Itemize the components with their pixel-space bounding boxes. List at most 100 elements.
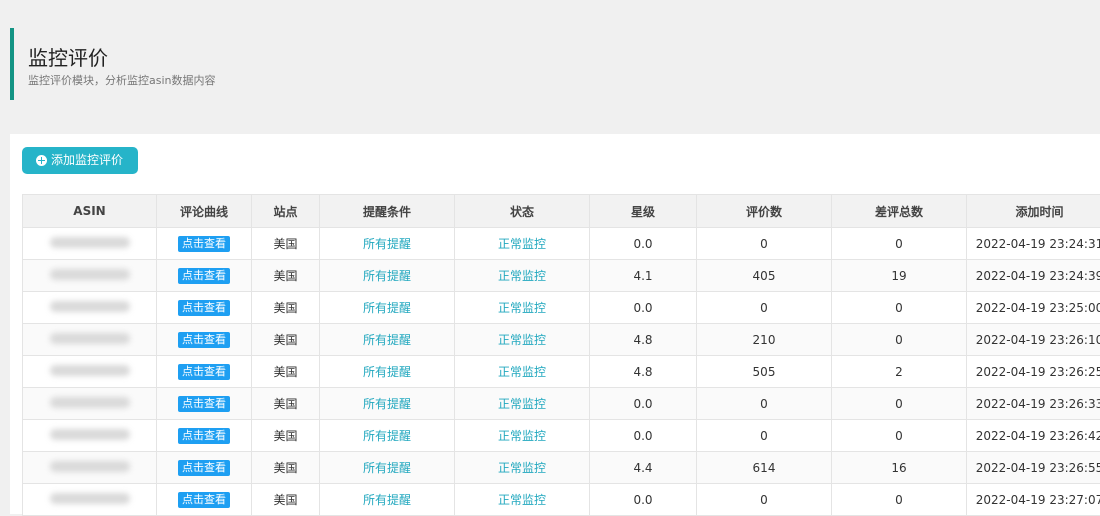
condition-cell: 所有提醒	[320, 292, 455, 324]
site-cell: 美国	[252, 356, 320, 388]
reviews-cell: 505	[697, 356, 832, 388]
column-header-condition: 提醒条件	[320, 195, 455, 228]
reminder-condition-link[interactable]: 所有提醒	[363, 397, 411, 411]
asin-value	[50, 301, 130, 312]
view-curve-button[interactable]: 点击查看	[178, 364, 230, 380]
stars-cell: 0.0	[590, 388, 697, 420]
reviews-cell: 614	[697, 452, 832, 484]
table-row: 点击查看美国所有提醒正常监控0.0002022-04-19 23:25:00	[23, 292, 1100, 324]
asin-cell	[23, 292, 157, 324]
asin-cell	[23, 324, 157, 356]
asin-value	[50, 461, 130, 472]
column-header-site: 站点	[252, 195, 320, 228]
curve-cell: 点击查看	[157, 324, 252, 356]
condition-cell: 所有提醒	[320, 356, 455, 388]
negative-cell: 2	[832, 356, 967, 388]
add-monitor-review-label: 添加监控评价	[51, 147, 123, 174]
asin-cell	[23, 388, 157, 420]
column-header-stars: 星级	[590, 195, 697, 228]
view-curve-button[interactable]: 点击查看	[178, 268, 230, 284]
page-header: 监控评价 监控评价模块，分析监控asin数据内容	[10, 28, 610, 100]
monitor-status-link[interactable]: 正常监控	[498, 397, 546, 411]
site-cell: 美国	[252, 420, 320, 452]
asin-cell	[23, 260, 157, 292]
curve-cell: 点击查看	[157, 452, 252, 484]
view-curve-button[interactable]: 点击查看	[178, 460, 230, 476]
reminder-condition-link[interactable]: 所有提醒	[363, 493, 411, 507]
reminder-condition-link[interactable]: 所有提醒	[363, 301, 411, 315]
added-time-cell: 2022-04-19 23:26:42	[967, 420, 1100, 452]
stars-cell: 4.8	[590, 356, 697, 388]
column-header-curve: 评论曲线	[157, 195, 252, 228]
reviews-cell: 0	[697, 292, 832, 324]
reminder-condition-link[interactable]: 所有提醒	[363, 429, 411, 443]
monitor-status-link[interactable]: 正常监控	[498, 269, 546, 283]
status-cell: 正常监控	[455, 324, 590, 356]
added-time-cell: 2022-04-19 23:26:10	[967, 324, 1100, 356]
monitor-status-link[interactable]: 正常监控	[498, 365, 546, 379]
site-cell: 美国	[252, 452, 320, 484]
reminder-condition-link[interactable]: 所有提醒	[363, 237, 411, 251]
site-cell: 美国	[252, 324, 320, 356]
monitor-status-link[interactable]: 正常监控	[498, 333, 546, 347]
negative-cell: 19	[832, 260, 967, 292]
site-cell: 美国	[252, 228, 320, 260]
status-cell: 正常监控	[455, 228, 590, 260]
asin-value	[50, 237, 130, 248]
view-curve-button[interactable]: 点击查看	[178, 300, 230, 316]
monitor-status-link[interactable]: 正常监控	[498, 237, 546, 251]
reminder-condition-link[interactable]: 所有提醒	[363, 365, 411, 379]
stars-cell: 0.0	[590, 228, 697, 260]
site-cell: 美国	[252, 292, 320, 324]
table-row: 点击查看美国所有提醒正常监控0.0002022-04-19 23:24:31	[23, 228, 1100, 260]
asin-value	[50, 365, 130, 376]
curve-cell: 点击查看	[157, 228, 252, 260]
column-header-asin: ASIN	[23, 195, 157, 228]
table-row: 点击查看 美国 所有提醒 正常监控 4.850522022-04-19 23:26:25	[23, 356, 1100, 388]
condition-cell: 所有提醒	[320, 420, 455, 452]
asin-cell	[23, 452, 157, 484]
status-cell: 正常监控	[455, 292, 590, 324]
asin-value	[50, 397, 130, 408]
monitor-status-link[interactable]: 正常监控	[498, 429, 546, 443]
condition-cell: 所有提醒	[320, 452, 455, 484]
table-row: 点击查看美国所有提醒正常监控4.4614162022-04-19 23:26:5…	[23, 452, 1100, 484]
view-curve-button[interactable]: 点击查看	[178, 428, 230, 444]
page-subtitle: 监控评价模块，分析监控asin数据内容	[28, 74, 610, 88]
asin-cell	[23, 356, 157, 388]
curve-cell: 点击查看	[157, 356, 252, 388]
reviews-cell: 0	[697, 420, 832, 452]
added-time-cell: 2022-04-19 23:25:00	[967, 292, 1100, 324]
reminder-condition-link[interactable]: 所有提醒	[363, 333, 411, 347]
monitor-status-link[interactable]: 正常监控	[498, 461, 546, 475]
reviews-cell: 405	[697, 260, 832, 292]
reminder-condition-link[interactable]: 所有提醒	[363, 269, 411, 283]
site-cell: 美国	[252, 388, 320, 420]
added-time-cell: 2022-04-19 23:26:33	[967, 388, 1100, 420]
added-time-cell: 2022-04-19 23:24:31	[967, 228, 1100, 260]
stars-cell: 0.0	[590, 292, 697, 324]
plus-circle-icon	[36, 155, 47, 166]
negative-cell: 0	[832, 420, 967, 452]
asin-value	[50, 493, 130, 504]
negative-cell: 0	[832, 292, 967, 324]
status-cell: 正常监控	[455, 420, 590, 452]
asin-cell	[23, 228, 157, 260]
view-curve-button[interactable]: 点击查看	[178, 236, 230, 252]
negative-cell: 0	[832, 324, 967, 356]
curve-cell: 点击查看	[157, 420, 252, 452]
added-time-cell: 2022-04-19 23:26:25	[967, 356, 1100, 388]
asin-value	[50, 429, 130, 440]
monitor-status-link[interactable]: 正常监控	[498, 301, 546, 315]
condition-cell: 所有提醒	[320, 228, 455, 260]
asin-value	[50, 269, 130, 280]
view-curve-button[interactable]: 点击查看	[178, 332, 230, 348]
view-curve-button[interactable]: 点击查看	[178, 396, 230, 412]
add-monitor-review-button[interactable]: 添加监控评价	[22, 147, 138, 174]
table-header-row: ASIN 评论曲线 站点 提醒条件 状态 星级 评价数 差评总数 添加时间	[23, 195, 1100, 228]
monitor-status-link[interactable]: 正常监控	[498, 493, 546, 507]
reviews-cell: 0	[697, 388, 832, 420]
reminder-condition-link[interactable]: 所有提醒	[363, 461, 411, 475]
asin-cell	[23, 420, 157, 452]
table-row: 点击查看美国所有提醒正常监控4.821002022-04-19 23:26:10	[23, 324, 1100, 356]
